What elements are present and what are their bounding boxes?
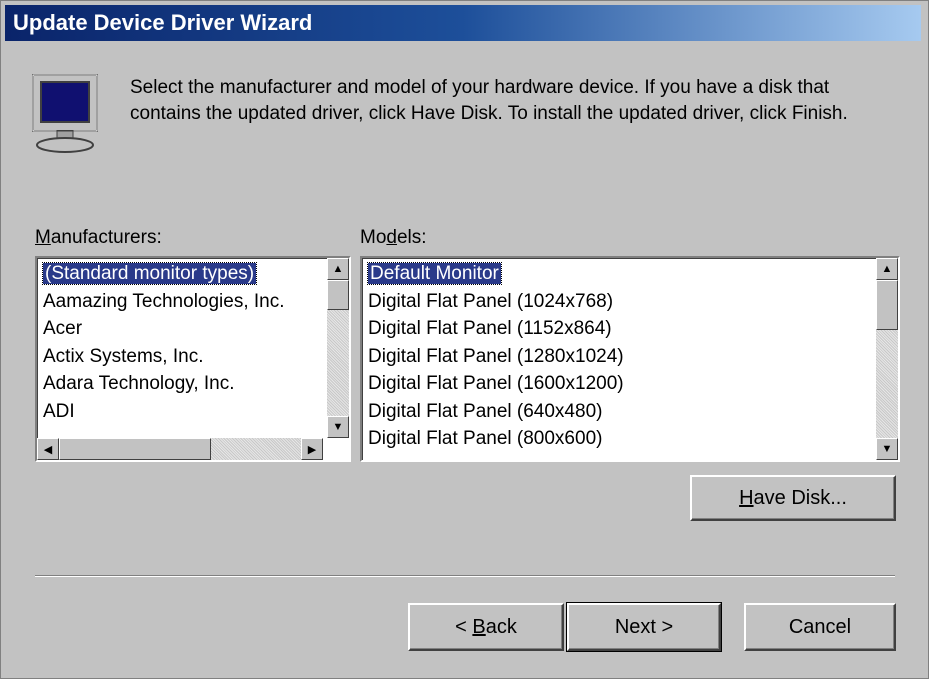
list-item[interactable]: (Standard monitor types): [41, 260, 325, 288]
models-label: Models:: [360, 227, 427, 248]
list-item[interactable]: Digital Flat Panel (1024x768): [366, 288, 874, 316]
list-item[interactable]: Adara Technology, Inc.: [41, 370, 325, 398]
list-item[interactable]: Default Monitor: [366, 260, 874, 288]
manufacturers-hscrollbar[interactable]: ◀ ▶: [37, 438, 323, 460]
models-listbox[interactable]: Default Monitor Digital Flat Panel (1024…: [360, 256, 900, 462]
manufacturers-listbox[interactable]: (Standard monitor types) Aamazing Techno…: [35, 256, 351, 462]
list-item[interactable]: Digital Flat Panel (1280x1024): [366, 343, 874, 371]
arrow-down-icon[interactable]: ▼: [876, 438, 898, 460]
manufacturers-hscroll-thumb[interactable]: [59, 438, 211, 460]
list-item[interactable]: Digital Flat Panel (1600x1200): [366, 370, 874, 398]
models-items: Default Monitor Digital Flat Panel (1024…: [366, 260, 874, 458]
arrow-up-icon[interactable]: ▲: [876, 258, 898, 280]
divider: [35, 575, 895, 577]
list-item[interactable]: Acer: [41, 315, 325, 343]
arrow-up-icon[interactable]: ▲: [327, 258, 349, 280]
title-bar: Update Device Driver Wizard: [5, 5, 921, 41]
manufacturers-vscroll-thumb[interactable]: [327, 280, 349, 310]
list-item[interactable]: Actix Systems, Inc.: [41, 343, 325, 371]
list-item[interactable]: Digital Flat Panel (640x480): [366, 398, 874, 426]
instruction-text: Select the manufacturer and model of you…: [130, 77, 848, 124]
manufacturers-items: (Standard monitor types) Aamazing Techno…: [41, 260, 325, 434]
window-title: Update Device Driver Wizard: [13, 10, 313, 35]
models-vscrollbar[interactable]: ▲ ▼: [876, 258, 898, 460]
manufacturers-vscrollbar[interactable]: ▲ ▼: [327, 258, 349, 438]
list-item[interactable]: ADI: [41, 398, 325, 426]
monitor-icon: [32, 74, 98, 153]
models-vscroll-thumb[interactable]: [876, 280, 898, 330]
arrow-left-icon[interactable]: ◀: [37, 438, 59, 460]
next-button[interactable]: Next >: [566, 602, 722, 652]
have-disk-button[interactable]: Have Disk...: [690, 475, 896, 521]
cancel-button[interactable]: Cancel: [744, 603, 896, 651]
list-item[interactable]: Digital Flat Panel (800x600): [366, 425, 874, 453]
arrow-down-icon[interactable]: ▼: [327, 416, 349, 438]
list-item[interactable]: Aamazing Technologies, Inc.: [41, 288, 325, 316]
manufacturers-label: Manufacturers:: [35, 227, 162, 248]
back-button[interactable]: < Back: [408, 603, 564, 651]
wizard-window: Update Device Driver Wizard Select the m…: [0, 0, 929, 679]
arrow-right-icon[interactable]: ▶: [301, 438, 323, 460]
list-item[interactable]: Digital Flat Panel (1152x864): [366, 315, 874, 343]
